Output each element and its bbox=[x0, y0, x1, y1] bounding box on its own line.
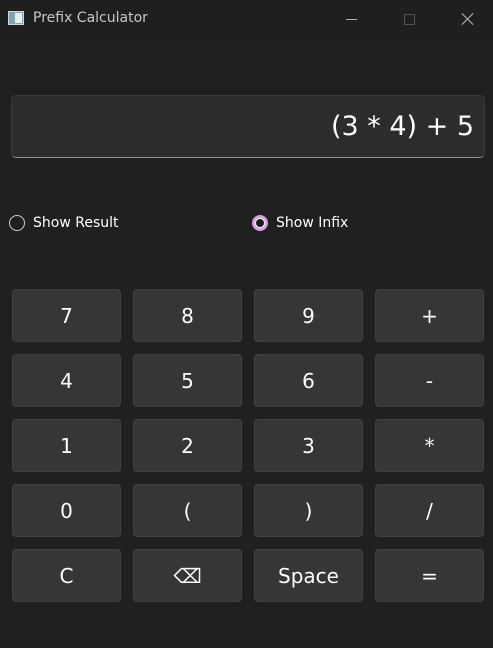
key-2[interactable]: 2 bbox=[133, 419, 242, 472]
key-plus[interactable]: + bbox=[375, 289, 484, 342]
key-divide[interactable]: / bbox=[375, 484, 484, 537]
keypad: 7 8 9 + 4 5 6 - 1 2 3 * 0 ( ) / C ⌫ Spac… bbox=[12, 289, 484, 602]
key-equals[interactable]: = bbox=[375, 549, 484, 602]
key-8[interactable]: 8 bbox=[133, 289, 242, 342]
key-3[interactable]: 3 bbox=[254, 419, 363, 472]
expression-display[interactable]: (3 * 4) + 5 bbox=[11, 95, 485, 158]
maximize-button[interactable] bbox=[386, 0, 432, 38]
key-7[interactable]: 7 bbox=[12, 289, 121, 342]
key-multiply[interactable]: * bbox=[375, 419, 484, 472]
radio-unchecked-icon bbox=[9, 215, 25, 231]
key-4[interactable]: 4 bbox=[12, 354, 121, 407]
key-open-paren[interactable]: ( bbox=[133, 484, 242, 537]
title-bar: Prefix Calculator bbox=[0, 0, 493, 38]
window-title: Prefix Calculator bbox=[33, 10, 148, 26]
key-minus[interactable]: - bbox=[375, 354, 484, 407]
show-result-label: Show Result bbox=[33, 215, 119, 231]
key-clear[interactable]: C bbox=[12, 549, 121, 602]
key-6[interactable]: 6 bbox=[254, 354, 363, 407]
key-9[interactable]: 9 bbox=[254, 289, 363, 342]
maximize-icon bbox=[403, 13, 415, 25]
close-button[interactable] bbox=[445, 0, 491, 38]
show-infix-label: Show Infix bbox=[276, 215, 349, 231]
key-space[interactable]: Space bbox=[254, 549, 363, 602]
close-icon bbox=[461, 12, 475, 26]
show-infix-radio[interactable]: Show Infix bbox=[252, 213, 348, 233]
app-icon bbox=[8, 11, 24, 25]
minimize-icon bbox=[345, 18, 357, 20]
minimize-button[interactable] bbox=[328, 0, 374, 38]
key-close-paren[interactable]: ) bbox=[254, 484, 363, 537]
key-0[interactable]: 0 bbox=[12, 484, 121, 537]
key-1[interactable]: 1 bbox=[12, 419, 121, 472]
key-backspace[interactable]: ⌫ bbox=[133, 549, 242, 602]
radio-checked-icon bbox=[252, 215, 268, 231]
key-5[interactable]: 5 bbox=[133, 354, 242, 407]
show-result-radio[interactable]: Show Result bbox=[9, 213, 118, 233]
